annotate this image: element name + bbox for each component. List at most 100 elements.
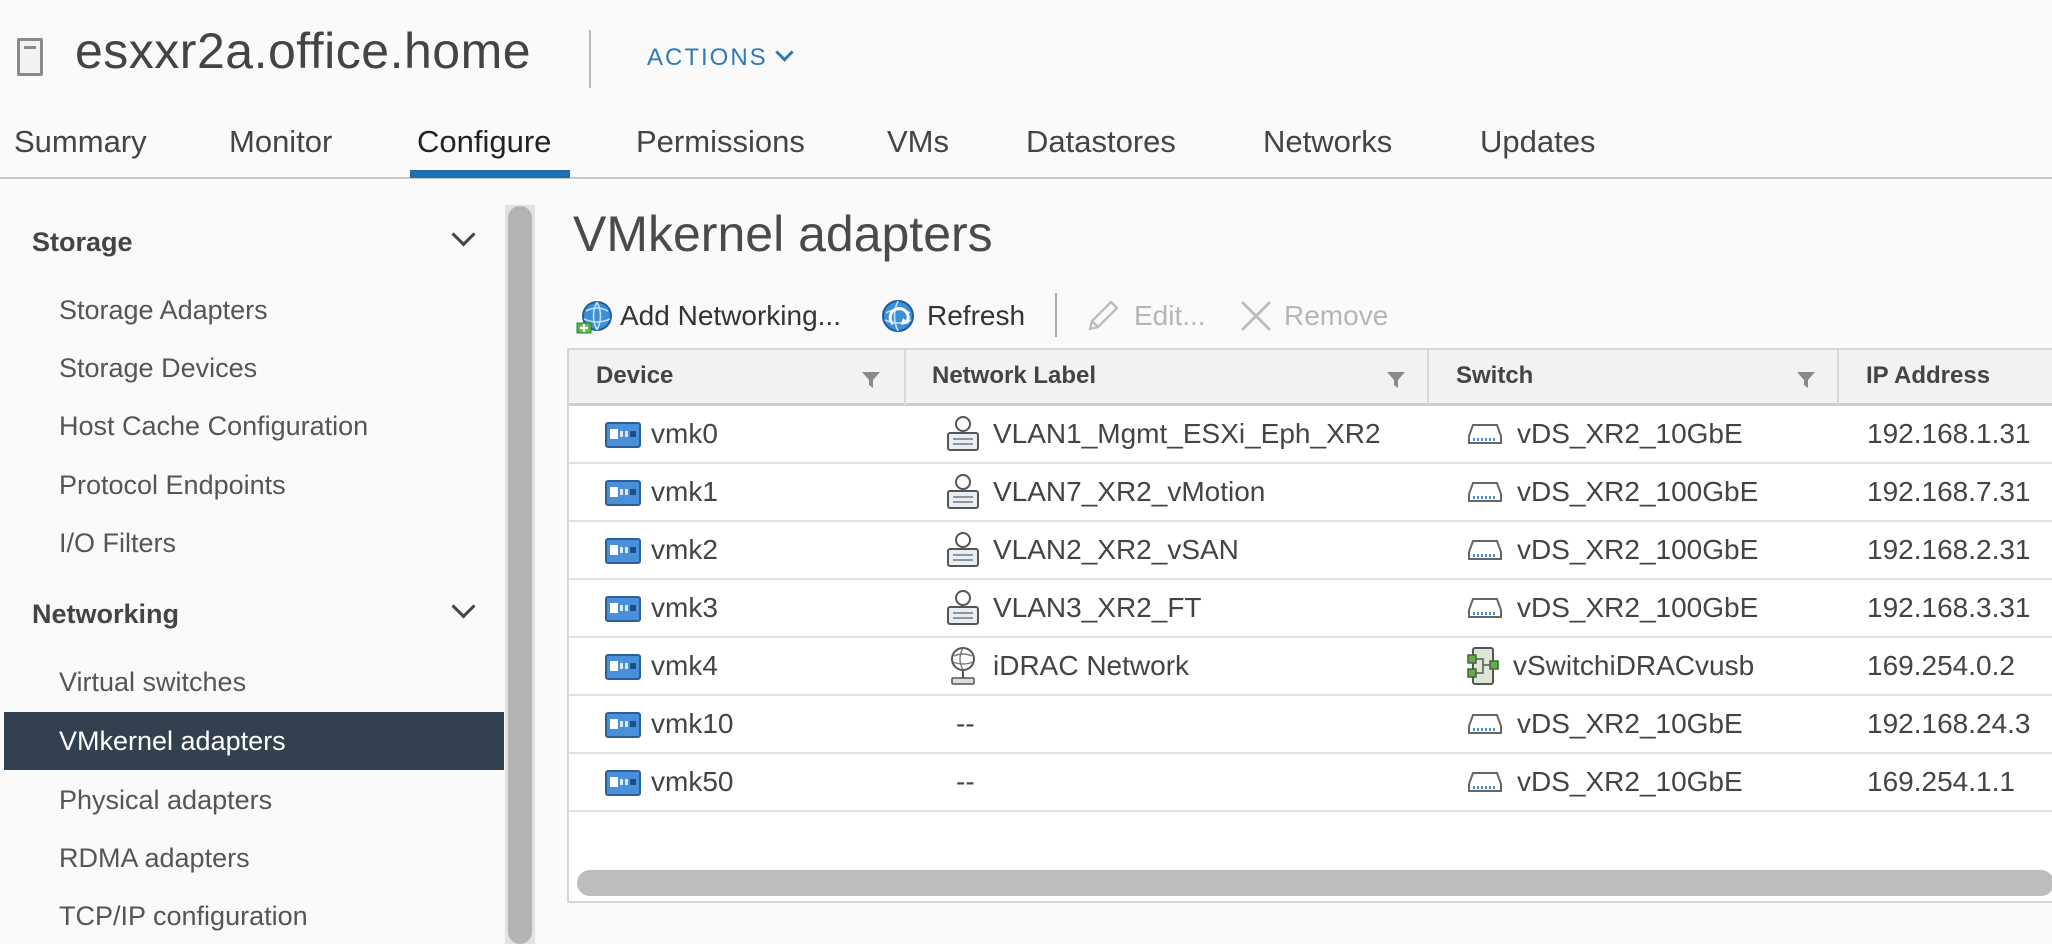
standard-switch-icon bbox=[1467, 647, 1499, 685]
device-name: vmk50 bbox=[651, 766, 734, 797]
sidebar-item-rdma-adapters[interactable]: RDMA adapters bbox=[4, 829, 504, 887]
column-header-network-label[interactable]: Network Label bbox=[932, 362, 1096, 390]
close-icon bbox=[1240, 300, 1272, 332]
column-header-ip-address[interactable]: IP Address bbox=[1866, 362, 1990, 390]
grid-horizontal-scrollbar-thumb[interactable] bbox=[577, 870, 2052, 896]
switch-name: vDS_XR2_100GbE bbox=[1517, 476, 1759, 507]
tab-monitor[interactable]: Monitor bbox=[229, 124, 332, 160]
add-networking-icon[interactable] bbox=[576, 297, 614, 335]
tab-summary[interactable]: Summary bbox=[14, 124, 147, 160]
distributed-portgroup-icon bbox=[947, 590, 979, 625]
filter-icon[interactable] bbox=[1796, 370, 1816, 390]
filter-icon[interactable] bbox=[1386, 370, 1406, 390]
sidebar-item-storage-devices[interactable]: Storage Devices bbox=[4, 339, 504, 397]
ip-address: 192.168.3.31 bbox=[1867, 592, 2031, 623]
device-name: vmk10 bbox=[651, 708, 734, 739]
network-label: VLAN2_XR2_vSAN bbox=[993, 534, 1239, 565]
network-label: VLAN7_XR2_vMotion bbox=[993, 476, 1266, 507]
column-separator[interactable] bbox=[1837, 350, 1839, 406]
network-label: -- bbox=[956, 708, 975, 739]
sidebar-item-protocol-endpoints[interactable]: Protocol Endpoints bbox=[4, 456, 504, 514]
network-label: -- bbox=[956, 766, 975, 797]
table-row[interactable]: vmk1 VLAN7_XR2_vMotion vDS_XR2_100GbE 19… bbox=[569, 464, 2052, 522]
table-row[interactable]: vmk50 -- vDS_XR2_10GbE 169.254.1.1 bbox=[569, 754, 2052, 812]
chevron-down-icon[interactable] bbox=[451, 222, 476, 247]
remove-button[interactable]: Remove bbox=[1284, 296, 1388, 336]
title-divider bbox=[589, 30, 591, 88]
sidebar-scrollbar-thumb[interactable] bbox=[508, 206, 532, 944]
vmkernel-adapter-icon bbox=[605, 538, 641, 564]
distributed-portgroup-icon bbox=[947, 416, 979, 451]
sidebar-item-virtual-switches[interactable]: Virtual switches bbox=[4, 653, 504, 711]
network-label: iDRAC Network bbox=[993, 650, 1190, 681]
tab-vms[interactable]: VMs bbox=[887, 124, 949, 160]
distributed-switch-icon bbox=[1468, 598, 1502, 618]
distributed-switch-icon bbox=[1468, 540, 1502, 560]
table-row[interactable]: vmk10 -- vDS_XR2_10GbE 192.168.24.3 bbox=[569, 696, 2052, 754]
distributed-switch-icon bbox=[1468, 714, 1502, 734]
sidebar-section-networking[interactable]: Networking bbox=[32, 599, 179, 630]
add-networking-button[interactable]: Add Networking... bbox=[620, 296, 841, 336]
active-tab-indicator bbox=[410, 170, 570, 178]
chevron-down-icon bbox=[774, 43, 794, 62]
sidebar-item-tcpip-configuration[interactable]: TCP/IP configuration bbox=[4, 887, 504, 944]
ip-address: 192.168.24.3 bbox=[1867, 708, 2031, 739]
tab-networks[interactable]: Networks bbox=[1263, 124, 1392, 160]
column-separator[interactable] bbox=[904, 350, 906, 406]
actions-label: ACTIONS bbox=[647, 44, 768, 71]
column-separator[interactable] bbox=[1427, 350, 1429, 406]
sidebar-item-vmkernel-adapters[interactable]: VMkernel adapters bbox=[4, 712, 504, 770]
column-header-device[interactable]: Device bbox=[596, 362, 673, 390]
refresh-icon[interactable] bbox=[879, 297, 917, 335]
sidebar-section-storage[interactable]: Storage bbox=[32, 227, 133, 258]
switch-name: vDS_XR2_10GbE bbox=[1517, 766, 1743, 797]
host-icon bbox=[17, 38, 43, 76]
chevron-down-icon[interactable] bbox=[451, 594, 476, 619]
switch-name: vDS_XR2_10GbE bbox=[1517, 708, 1743, 739]
device-name: vmk4 bbox=[651, 650, 718, 681]
device-name: vmk0 bbox=[651, 418, 718, 449]
ip-address: 169.254.0.2 bbox=[1867, 650, 2015, 681]
vmkernel-adapter-icon bbox=[605, 596, 641, 622]
page-title: esxxr2a.office.home bbox=[75, 23, 532, 79]
table-row[interactable]: vmk4 iDRAC Network vSwitchiDRACvusb 169.… bbox=[569, 638, 2052, 696]
sidebar-item-physical-adapters[interactable]: Physical adapters bbox=[4, 771, 504, 829]
filter-icon[interactable] bbox=[861, 370, 881, 390]
object-header: esxxr2a.office.home ACTIONS bbox=[0, 0, 2052, 115]
tab-configure[interactable]: Configure bbox=[417, 124, 551, 160]
tab-bar: Summary Monitor Configure Permissions VM… bbox=[0, 116, 2052, 179]
tab-datastores[interactable]: Datastores bbox=[1026, 124, 1176, 160]
switch-name: vDS_XR2_100GbE bbox=[1517, 534, 1759, 565]
sidebar-item-storage-adapters[interactable]: Storage Adapters bbox=[4, 281, 504, 339]
distributed-portgroup-icon bbox=[947, 474, 979, 509]
network-label: VLAN1_Mgmt_ESXi_Eph_XR2 bbox=[993, 418, 1381, 449]
vmkernel-adapter-icon bbox=[605, 712, 641, 738]
standard-network-icon bbox=[951, 647, 975, 685]
table-row[interactable]: vmk3 VLAN3_XR2_FT vDS_XR2_100GbE 192.168… bbox=[569, 580, 2052, 638]
network-label: VLAN3_XR2_FT bbox=[993, 592, 1202, 623]
ip-address: 192.168.2.31 bbox=[1867, 534, 2031, 565]
tab-updates[interactable]: Updates bbox=[1480, 124, 1595, 160]
ip-address: 169.254.1.1 bbox=[1867, 766, 2015, 797]
table-row[interactable]: vmk2 VLAN2_XR2_vSAN vDS_XR2_100GbE 192.1… bbox=[569, 522, 2052, 580]
panel-title: VMkernel adapters bbox=[573, 206, 993, 262]
device-name: vmk3 bbox=[651, 592, 718, 623]
refresh-button[interactable]: Refresh bbox=[927, 296, 1025, 336]
device-name: vmk1 bbox=[651, 476, 718, 507]
distributed-switch-icon bbox=[1468, 772, 1502, 792]
tab-permissions[interactable]: Permissions bbox=[636, 124, 805, 160]
switch-name: vDS_XR2_10GbE bbox=[1517, 418, 1743, 449]
table-row[interactable]: vmk0 VLAN1_Mgmt_ESXi_Eph_XR2 vDS_XR2_10G… bbox=[569, 406, 2052, 464]
switch-name: vSwitchiDRACvusb bbox=[1513, 650, 1755, 681]
sidebar-item-host-cache-configuration[interactable]: Host Cache Configuration bbox=[4, 397, 504, 455]
device-name: vmk2 bbox=[651, 534, 718, 565]
switch-name: vDS_XR2_100GbE bbox=[1517, 592, 1759, 623]
vmkernel-adapter-icon bbox=[605, 480, 641, 506]
column-header-switch[interactable]: Switch bbox=[1456, 362, 1533, 390]
sidebar-item-io-filters[interactable]: I/O Filters bbox=[4, 514, 504, 572]
vmkernel-adapter-icon bbox=[605, 654, 641, 680]
distributed-switch-icon bbox=[1468, 482, 1502, 502]
actions-menu-button[interactable]: ACTIONS bbox=[647, 43, 794, 72]
configure-sidebar: Storage Storage Adapters Storage Devices… bbox=[0, 181, 505, 944]
edit-button[interactable]: Edit... bbox=[1134, 296, 1206, 336]
